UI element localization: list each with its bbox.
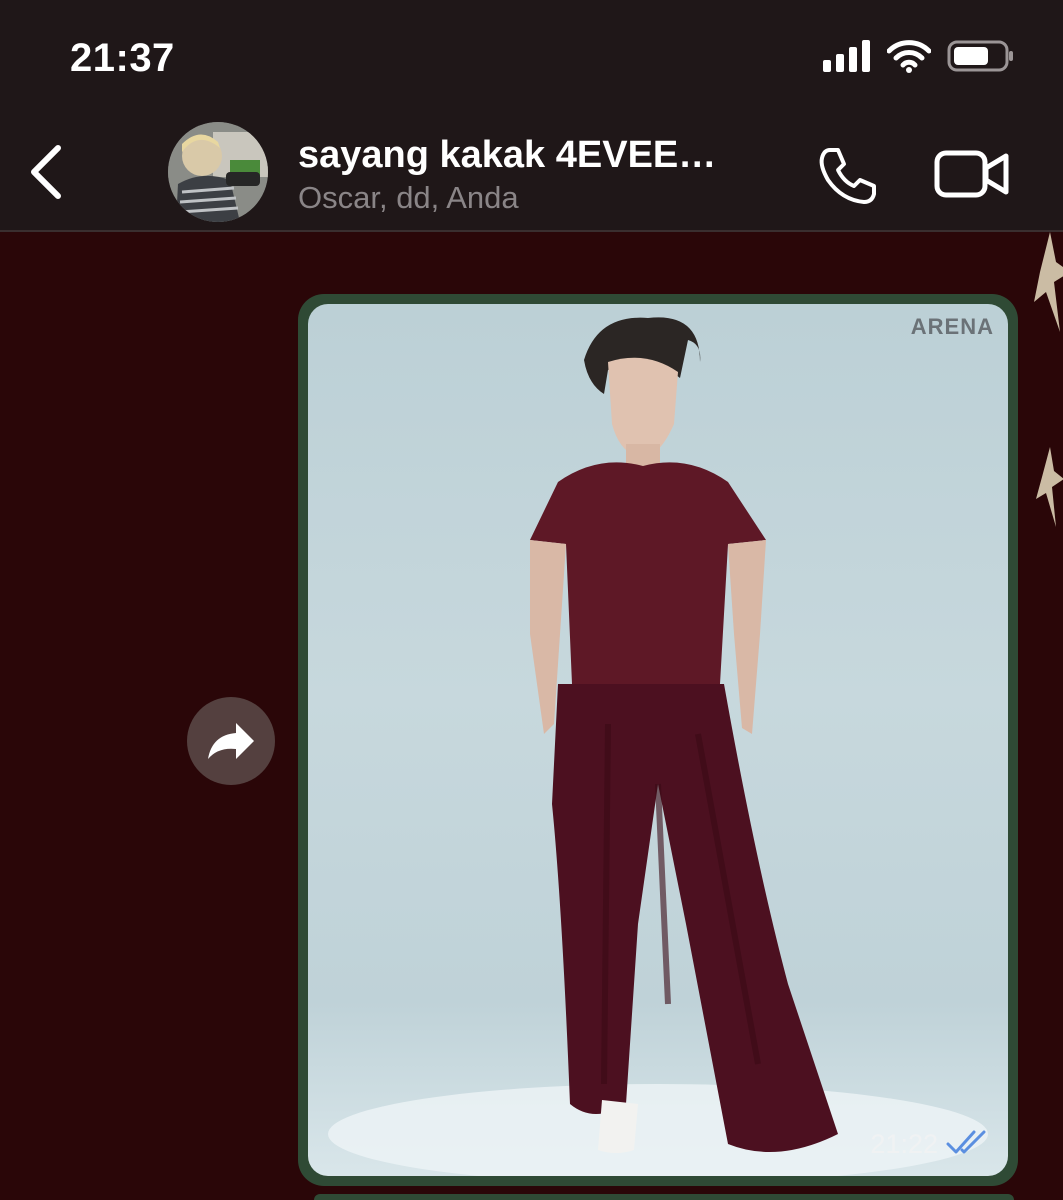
status-bar: 21:37 — [0, 0, 1063, 118]
photo-person-illustration — [328, 317, 988, 1176]
back-button[interactable] — [20, 140, 70, 204]
message-timestamp: 21:22 — [870, 1129, 938, 1159]
double-check-read-icon — [946, 1130, 986, 1154]
status-time: 21:37 — [70, 36, 175, 80]
image-message-bubble[interactable]: ARENA 21:22 — [298, 294, 1018, 1186]
video-camera-icon — [934, 150, 1009, 198]
forward-arrow-icon — [208, 723, 254, 759]
group-avatar[interactable] — [168, 122, 268, 222]
avatar-photo — [168, 122, 268, 222]
battery-icon — [947, 40, 1013, 72]
chevron-left-icon — [31, 145, 61, 199]
chat-area[interactable]: ARENA 21:22 — [0, 232, 1063, 1200]
next-message-bubble-edge — [314, 1194, 1014, 1200]
star-wallpaper-decoration — [1034, 232, 1063, 332]
wifi-icon — [887, 40, 931, 73]
status-icons — [823, 36, 1015, 76]
video-call-button[interactable] — [934, 148, 1010, 200]
image-attachment[interactable]: ARENA 21:22 — [308, 304, 1008, 1176]
cellular-signal-icon — [823, 40, 870, 72]
voice-call-button[interactable] — [816, 144, 880, 208]
chat-header: sayang kakak 4EVEE… Oscar, dd, Anda — [0, 118, 1063, 232]
image-watermark-logo: ARENA — [910, 314, 994, 339]
phone-icon — [819, 148, 876, 204]
star-wallpaper-decoration-2 — [1036, 447, 1063, 527]
forward-button[interactable] — [187, 697, 275, 785]
chat-title[interactable]: sayang kakak 4EVEE… — [298, 134, 716, 177]
chat-participants[interactable]: Oscar, dd, Anda — [298, 180, 519, 216]
